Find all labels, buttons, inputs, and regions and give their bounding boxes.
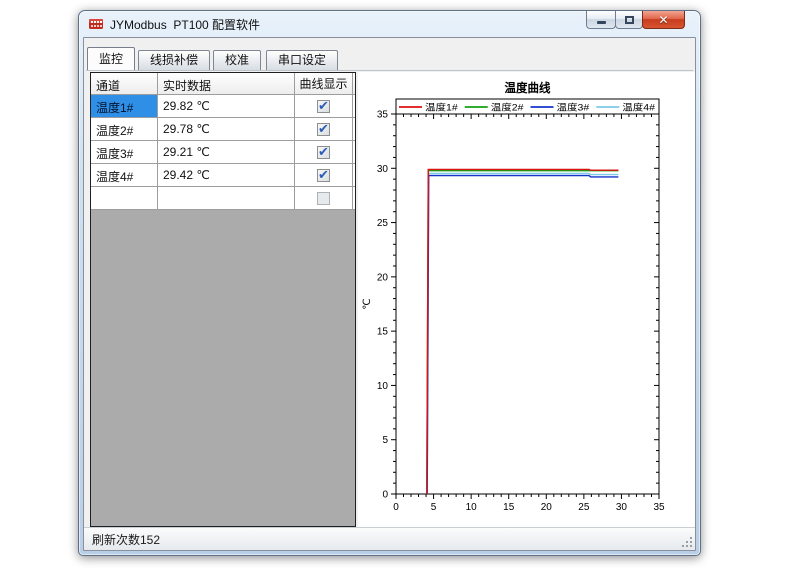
y-tick-label: 15 [377,327,389,338]
x-tick-label: 5 [431,502,437,513]
table-row [91,187,355,210]
value-cell[interactable]: 29.21 ℃ [158,141,295,163]
minimize-icon [597,21,606,24]
app-window: JYModbus PT100 配置软件 ✕ 监控 线损补偿 校准 串口设定 通道… [78,10,701,556]
y-tick-label: 10 [377,381,389,392]
value-cell[interactable]: 29.42 ℃ [158,164,295,186]
y-tick-label: 0 [382,490,388,501]
channel-cell[interactable]: 温度4# [91,164,158,186]
x-tick-label: 0 [393,502,399,513]
curve-checkbox[interactable] [317,123,330,136]
y-axis-label: ℃ [362,298,373,309]
desktop: JYModbus PT100 配置软件 ✕ 监控 线损补偿 校准 串口设定 通道… [0,0,790,576]
curve-cell [295,187,353,209]
status-bar: 刷新次数152 [84,527,695,550]
legend-label: 温度2# [491,102,524,113]
window-controls: ✕ [587,11,685,29]
y-tick-label: 25 [377,218,389,229]
temperature-chart: 温度曲线温度1# 温度2# 温度3# 温度4# 0 5 10 15 20 25 30 35 0 5 10 15… [358,72,696,527]
channel-cell[interactable]: 温度2# [91,118,158,140]
y-tick-label: 35 [377,110,389,121]
table-row: 温度3# 29.21 ℃ [91,141,355,164]
channel-cell[interactable]: 温度1# [91,95,158,117]
y-tick-label: 5 [382,435,388,446]
x-tick-label: 30 [616,502,628,513]
legend-label: 温度1# [425,102,458,113]
curve-cell [295,164,353,186]
monitor-tab-page: 通道 实时数据 曲线显示 温度1# 29.82 ℃ 温度2# 29.78 ℃ [86,70,693,525]
maximize-icon [625,16,634,24]
header-channel[interactable]: 通道 [91,73,158,94]
curve-checkbox[interactable] [317,192,330,205]
minimize-button[interactable] [586,11,616,29]
curve-cell [295,118,353,140]
table-row: 温度4# 29.42 ℃ [91,164,355,187]
y-tick-label: 30 [377,164,389,175]
grid-header-row: 通道 实时数据 曲线显示 [91,73,355,95]
window-title: JYModbus PT100 配置软件 [110,16,260,33]
header-realtime-data[interactable]: 实时数据 [158,73,295,94]
close-button[interactable]: ✕ [642,11,685,29]
x-tick-label: 20 [541,502,553,513]
x-tick-label: 35 [653,502,665,513]
client-area: 监控 线损补偿 校准 串口设定 通道 实时数据 曲线显示 温度1# 29.82 … [83,37,696,551]
maximize-button[interactable] [615,11,643,29]
curve-checkbox[interactable] [317,146,330,159]
curve-cell [295,141,353,163]
resize-grip[interactable] [680,535,693,548]
tab-calibration[interactable]: 校准 [213,50,261,70]
x-tick-label: 10 [466,502,478,513]
y-tick-label: 20 [377,272,389,283]
chart-title: 温度曲线 [505,80,551,95]
legend-label: 温度4# [622,102,655,113]
app-icon [88,16,104,32]
refresh-count-text: 刷新次数152 [92,531,160,548]
tab-line-loss-compensation[interactable]: 线损补偿 [138,50,210,70]
table-row: 温度2# 29.78 ℃ [91,118,355,141]
channel-cell[interactable]: 温度3# [91,141,158,163]
table-row: 温度1# 29.82 ℃ [91,95,355,118]
temperature-chart-panel: 温度曲线温度1# 温度2# 温度3# 温度4# 0 5 10 15 20 25 30 35 0 5 10 15… [358,72,696,527]
tab-strip: 监控 线损补偿 校准 串口设定 [87,47,341,70]
value-cell[interactable] [158,187,295,209]
close-icon: ✕ [658,14,668,26]
curve-cell [295,95,353,117]
x-tick-label: 15 [503,502,515,513]
header-curve-display[interactable]: 曲线显示 [295,73,353,94]
tab-monitor[interactable]: 监控 [87,47,135,70]
channel-data-grid: 通道 实时数据 曲线显示 温度1# 29.82 ℃ 温度2# 29.78 ℃ [90,72,356,527]
value-cell[interactable]: 29.82 ℃ [158,95,295,117]
curve-checkbox[interactable] [317,100,330,113]
tab-serial-settings[interactable]: 串口设定 [266,50,338,70]
value-cell[interactable]: 29.78 ℃ [158,118,295,140]
legend-label: 温度3# [557,102,590,113]
curve-checkbox[interactable] [317,169,330,182]
channel-cell[interactable] [91,187,158,209]
x-tick-label: 25 [578,502,590,513]
